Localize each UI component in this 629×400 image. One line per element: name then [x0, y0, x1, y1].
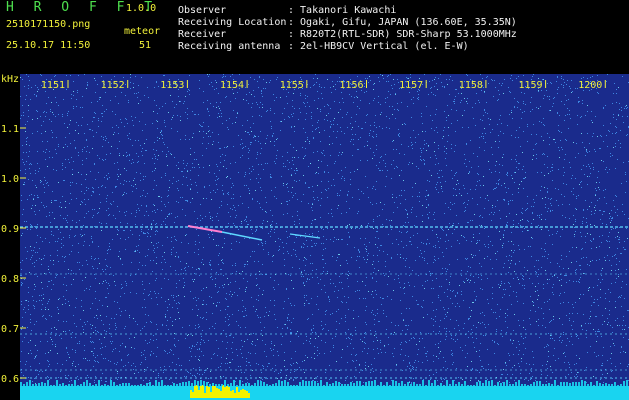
date-time: 25.10.17 11:50	[6, 40, 91, 51]
bottom-cyan-band	[20, 386, 629, 400]
y-tick-label: 0.8	[1, 274, 19, 285]
x-tick-label: 1155	[280, 80, 304, 91]
observer-value: : Takanori Kawachi	[288, 5, 397, 16]
spectrogram: 1151 1152 1153 1154 1155 1156 1157 1158 1159 1200…	[1, 74, 629, 400]
meteor-count: 51	[139, 40, 152, 51]
observer-label: Observer	[178, 5, 227, 16]
header-panel: H R O F F T 1.0.0 2510171150.png meteor …	[0, 0, 629, 74]
x-tick-label: 1158	[459, 80, 483, 91]
x-tick-label: 1157	[399, 80, 423, 91]
antenna-value: : 2el-HB9CV Vertical (el. E-W)	[288, 41, 469, 52]
x-tick-label: 1153	[160, 80, 184, 91]
antenna-label: Receiving antenna	[178, 41, 281, 52]
y-tick-label: 1.1	[1, 124, 19, 135]
x-tick-label: 1152	[101, 80, 125, 91]
location-label: Receiving Location	[178, 17, 287, 28]
receiver-label: Receiver	[178, 29, 227, 40]
y-tick-label: 0.6	[1, 374, 19, 385]
y-tick-label: 1.0	[1, 174, 19, 185]
x-tick-label: 1156	[339, 80, 363, 91]
y-unit-label: kHz	[1, 74, 19, 85]
app-version: 1.0.0	[126, 3, 157, 14]
spectrogram-background	[20, 74, 629, 400]
x-tick-label: 1154	[220, 80, 244, 91]
meteor-label: meteor	[124, 26, 161, 37]
x-tick-label: 1151	[41, 80, 65, 91]
location-value: : Ogaki, Gifu, JAPAN (136.60E, 35.35N)	[288, 17, 517, 28]
file-name: 2510171150.png	[6, 19, 91, 30]
x-tick-label: 1200	[578, 80, 602, 91]
y-tick-label: 0.9	[1, 224, 19, 235]
x-tick-label: 1159	[519, 80, 543, 91]
receiver-value: : R820T2(RTL-SDR) SDR-Sharp 53.1000MHz	[288, 29, 517, 40]
y-tick-label: 0.7	[1, 324, 19, 335]
